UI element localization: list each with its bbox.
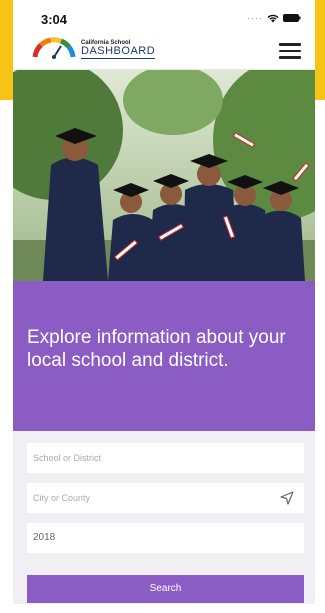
phone-screen: 3:04 ···· California School DASHBOARD Ex… [13, 0, 315, 613]
dashboard-logo[interactable]: California School DASHBOARD [31, 37, 156, 59]
status-time: 3:04 [41, 12, 68, 27]
city-county-input[interactable]: City or County [27, 483, 304, 513]
logo-big-text: DASHBOARD [81, 45, 156, 59]
location-arrow-icon[interactable] [280, 491, 294, 505]
search-form: School or District City or County 2018 S… [13, 431, 315, 604]
gauge-logo-icon [32, 37, 76, 59]
city-county-placeholder: City or County [33, 493, 91, 503]
app-header: California School DASHBOARD [13, 33, 315, 70]
logo-text: California School DASHBOARD [81, 40, 156, 59]
search-button[interactable]: Search [27, 575, 304, 603]
status-bar: 3:04 ···· [13, 0, 315, 33]
wifi-icon [267, 14, 279, 22]
graduates-photo [13, 70, 315, 281]
signal-icon: ···· [247, 13, 263, 23]
year-select[interactable]: 2018 [27, 523, 304, 553]
battery-icon [283, 14, 301, 22]
status-icons: ···· [247, 13, 301, 23]
hero-banner: Explore information about your local sch… [13, 281, 315, 431]
hero-image [13, 70, 315, 281]
hero-headline: Explore information about your local sch… [27, 327, 286, 371]
school-district-input[interactable]: School or District [27, 443, 304, 473]
hamburger-menu-icon[interactable] [279, 43, 301, 59]
